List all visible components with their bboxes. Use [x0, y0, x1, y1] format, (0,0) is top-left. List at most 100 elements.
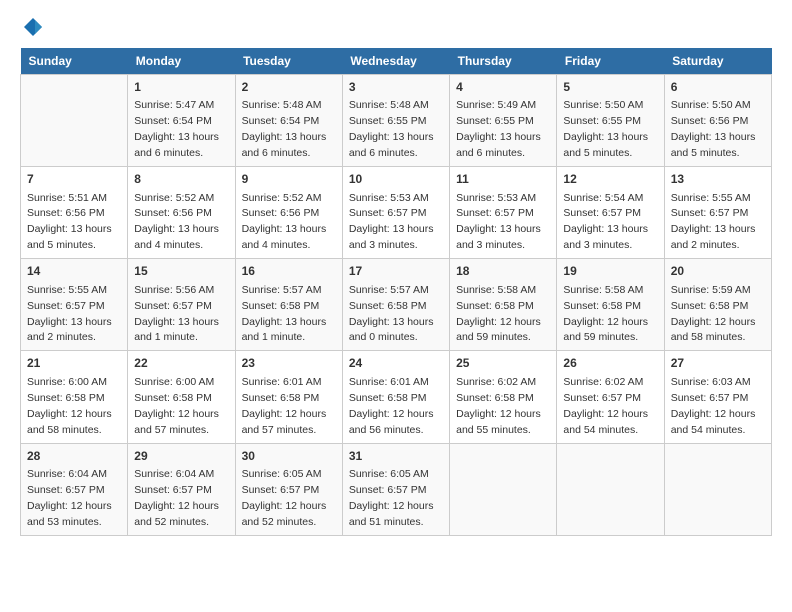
- day-number: 19: [563, 263, 657, 280]
- day-number: 27: [671, 355, 765, 372]
- day-number: 6: [671, 79, 765, 96]
- day-info: Sunrise: 6:02 AM Sunset: 6:58 PM Dayligh…: [456, 376, 541, 436]
- page-header: [20, 20, 772, 34]
- calendar-cell: 13Sunrise: 5:55 AM Sunset: 6:57 PM Dayli…: [664, 167, 771, 259]
- day-number: 29: [134, 448, 228, 465]
- day-number: 11: [456, 171, 550, 188]
- day-number: 22: [134, 355, 228, 372]
- weekday-header-saturday: Saturday: [664, 48, 771, 75]
- calendar-cell: 23Sunrise: 6:01 AM Sunset: 6:58 PM Dayli…: [235, 351, 342, 443]
- day-info: Sunrise: 5:55 AM Sunset: 6:57 PM Dayligh…: [27, 284, 112, 344]
- day-number: 15: [134, 263, 228, 280]
- calendar-cell: 19 Sunrise: 5:58 AM Sunset: 6:58 PM Dayli…: [557, 259, 664, 351]
- calendar-cell: 7Sunrise: 5:51 AM Sunset: 6:56 PM Daylig…: [21, 167, 128, 259]
- day-info: Sunrise: 6:01 AM Sunset: 6:58 PM Dayligh…: [242, 376, 327, 436]
- calendar-cell: 31 Sunrise: 6:05 AM Sunset: 6:57 PM Dayli…: [342, 443, 449, 535]
- calendar-week-5: 28Sunrise: 6:04 AM Sunset: 6:57 PM Dayli…: [21, 443, 772, 535]
- day-info: Sunrise: 5:47 AM Sunset: 6:54 PM Dayligh…: [134, 99, 219, 159]
- day-info: Sunrise: 6:02 AM Sunset: 6:57 PM Dayligh…: [563, 376, 648, 436]
- calendar-table: SundayMondayTuesdayWednesdayThursdayFrid…: [20, 48, 772, 536]
- day-info: Sunrise: 6:05 AM Sunset: 6:57 PM Dayligh…: [242, 468, 327, 528]
- day-info: Sunrise: 5:57 AM Sunset: 6:58 PM Dayligh…: [349, 284, 434, 344]
- calendar-cell: 16 Sunrise: 5:57 AM Sunset: 6:58 PM Dayli…: [235, 259, 342, 351]
- day-info: Sunrise: 5:58 AM Sunset: 6:58 PM Dayligh…: [456, 284, 541, 344]
- day-info: Sunrise: 5:52 AM Sunset: 6:56 PM Dayligh…: [242, 192, 327, 252]
- calendar-cell: 9 Sunrise: 5:52 AM Sunset: 6:56 PM Daylig…: [235, 167, 342, 259]
- calendar-cell: 24Sunrise: 6:01 AM Sunset: 6:58 PM Dayli…: [342, 351, 449, 443]
- calendar-cell: 12 Sunrise: 5:54 AM Sunset: 6:57 PM Dayli…: [557, 167, 664, 259]
- calendar-cell: 15 Sunrise: 5:56 AM Sunset: 6:57 PM Dayli…: [128, 259, 235, 351]
- day-info: Sunrise: 6:05 AM Sunset: 6:57 PM Dayligh…: [349, 468, 434, 528]
- day-info: Sunrise: 6:00 AM Sunset: 6:58 PM Dayligh…: [134, 376, 219, 436]
- calendar-cell: 10 Sunrise: 5:53 AM Sunset: 6:57 PM Dayli…: [342, 167, 449, 259]
- calendar-cell: [557, 443, 664, 535]
- day-info: Sunrise: 6:00 AM Sunset: 6:58 PM Dayligh…: [27, 376, 112, 436]
- calendar-cell: 1 Sunrise: 5:47 AM Sunset: 6:54 PM Daylig…: [128, 75, 235, 167]
- calendar-cell: 6 Sunrise: 5:50 AM Sunset: 6:56 PM Daylig…: [664, 75, 771, 167]
- calendar-cell: 30Sunrise: 6:05 AM Sunset: 6:57 PM Dayli…: [235, 443, 342, 535]
- day-number: 25: [456, 355, 550, 372]
- day-number: 10: [349, 171, 443, 188]
- day-info: Sunrise: 6:01 AM Sunset: 6:58 PM Dayligh…: [349, 376, 434, 436]
- weekday-header-monday: Monday: [128, 48, 235, 75]
- calendar-cell: 17 Sunrise: 5:57 AM Sunset: 6:58 PM Dayli…: [342, 259, 449, 351]
- weekday-header-sunday: Sunday: [21, 48, 128, 75]
- day-info: Sunrise: 5:53 AM Sunset: 6:57 PM Dayligh…: [349, 192, 434, 252]
- day-info: Sunrise: 5:54 AM Sunset: 6:57 PM Dayligh…: [563, 192, 648, 252]
- calendar-cell: 20Sunrise: 5:59 AM Sunset: 6:58 PM Dayli…: [664, 259, 771, 351]
- logo-icon: [22, 16, 44, 38]
- day-info: Sunrise: 5:52 AM Sunset: 6:56 PM Dayligh…: [134, 192, 219, 252]
- day-info: Sunrise: 5:48 AM Sunset: 6:55 PM Dayligh…: [349, 99, 434, 159]
- calendar-week-2: 7Sunrise: 5:51 AM Sunset: 6:56 PM Daylig…: [21, 167, 772, 259]
- day-info: Sunrise: 5:55 AM Sunset: 6:57 PM Dayligh…: [671, 192, 756, 252]
- calendar-week-4: 21Sunrise: 6:00 AM Sunset: 6:58 PM Dayli…: [21, 351, 772, 443]
- day-number: 18: [456, 263, 550, 280]
- day-number: 2: [242, 79, 336, 96]
- calendar-cell: 4 Sunrise: 5:49 AM Sunset: 6:55 PM Daylig…: [450, 75, 557, 167]
- calendar-cell: 8 Sunrise: 5:52 AM Sunset: 6:56 PM Daylig…: [128, 167, 235, 259]
- day-number: 4: [456, 79, 550, 96]
- day-info: Sunrise: 5:50 AM Sunset: 6:56 PM Dayligh…: [671, 99, 756, 159]
- day-info: Sunrise: 5:48 AM Sunset: 6:54 PM Dayligh…: [242, 99, 327, 159]
- day-number: 9: [242, 171, 336, 188]
- day-info: Sunrise: 5:59 AM Sunset: 6:58 PM Dayligh…: [671, 284, 756, 344]
- day-number: 16: [242, 263, 336, 280]
- calendar-cell: 29 Sunrise: 6:04 AM Sunset: 6:57 PM Dayli…: [128, 443, 235, 535]
- calendar-cell: 2 Sunrise: 5:48 AM Sunset: 6:54 PM Daylig…: [235, 75, 342, 167]
- calendar-cell: 22 Sunrise: 6:00 AM Sunset: 6:58 PM Dayli…: [128, 351, 235, 443]
- day-info: Sunrise: 5:57 AM Sunset: 6:58 PM Dayligh…: [242, 284, 327, 344]
- day-number: 1: [134, 79, 228, 96]
- calendar-cell: [21, 75, 128, 167]
- weekday-header-thursday: Thursday: [450, 48, 557, 75]
- day-number: 8: [134, 171, 228, 188]
- calendar-cell: 5Sunrise: 5:50 AM Sunset: 6:55 PM Daylig…: [557, 75, 664, 167]
- calendar-cell: 28Sunrise: 6:04 AM Sunset: 6:57 PM Dayli…: [21, 443, 128, 535]
- day-number: 3: [349, 79, 443, 96]
- day-info: Sunrise: 6:04 AM Sunset: 6:57 PM Dayligh…: [27, 468, 112, 528]
- calendar-body: 1 Sunrise: 5:47 AM Sunset: 6:54 PM Daylig…: [21, 75, 772, 536]
- weekday-header-wednesday: Wednesday: [342, 48, 449, 75]
- calendar-week-1: 1 Sunrise: 5:47 AM Sunset: 6:54 PM Daylig…: [21, 75, 772, 167]
- day-number: 31: [349, 448, 443, 465]
- calendar-cell: 27 Sunrise: 6:03 AM Sunset: 6:57 PM Dayli…: [664, 351, 771, 443]
- day-info: Sunrise: 5:49 AM Sunset: 6:55 PM Dayligh…: [456, 99, 541, 159]
- calendar-cell: 26 Sunrise: 6:02 AM Sunset: 6:57 PM Dayli…: [557, 351, 664, 443]
- day-number: 14: [27, 263, 121, 280]
- day-number: 26: [563, 355, 657, 372]
- day-info: Sunrise: 6:03 AM Sunset: 6:57 PM Dayligh…: [671, 376, 756, 436]
- calendar-cell: 3 Sunrise: 5:48 AM Sunset: 6:55 PM Daylig…: [342, 75, 449, 167]
- day-info: Sunrise: 5:56 AM Sunset: 6:57 PM Dayligh…: [134, 284, 219, 344]
- weekday-header-tuesday: Tuesday: [235, 48, 342, 75]
- day-number: 17: [349, 263, 443, 280]
- calendar-cell: 18 Sunrise: 5:58 AM Sunset: 6:58 PM Dayli…: [450, 259, 557, 351]
- day-number: 12: [563, 171, 657, 188]
- calendar-cell: 14 Sunrise: 5:55 AM Sunset: 6:57 PM Dayli…: [21, 259, 128, 351]
- calendar-cell: [664, 443, 771, 535]
- calendar-cell: 21Sunrise: 6:00 AM Sunset: 6:58 PM Dayli…: [21, 351, 128, 443]
- logo: [20, 20, 44, 34]
- day-info: Sunrise: 6:04 AM Sunset: 6:57 PM Dayligh…: [134, 468, 219, 528]
- day-info: Sunrise: 5:53 AM Sunset: 6:57 PM Dayligh…: [456, 192, 541, 252]
- day-info: Sunrise: 5:58 AM Sunset: 6:58 PM Dayligh…: [563, 284, 648, 344]
- calendar-header: SundayMondayTuesdayWednesdayThursdayFrid…: [21, 48, 772, 75]
- calendar-cell: 25 Sunrise: 6:02 AM Sunset: 6:58 PM Dayli…: [450, 351, 557, 443]
